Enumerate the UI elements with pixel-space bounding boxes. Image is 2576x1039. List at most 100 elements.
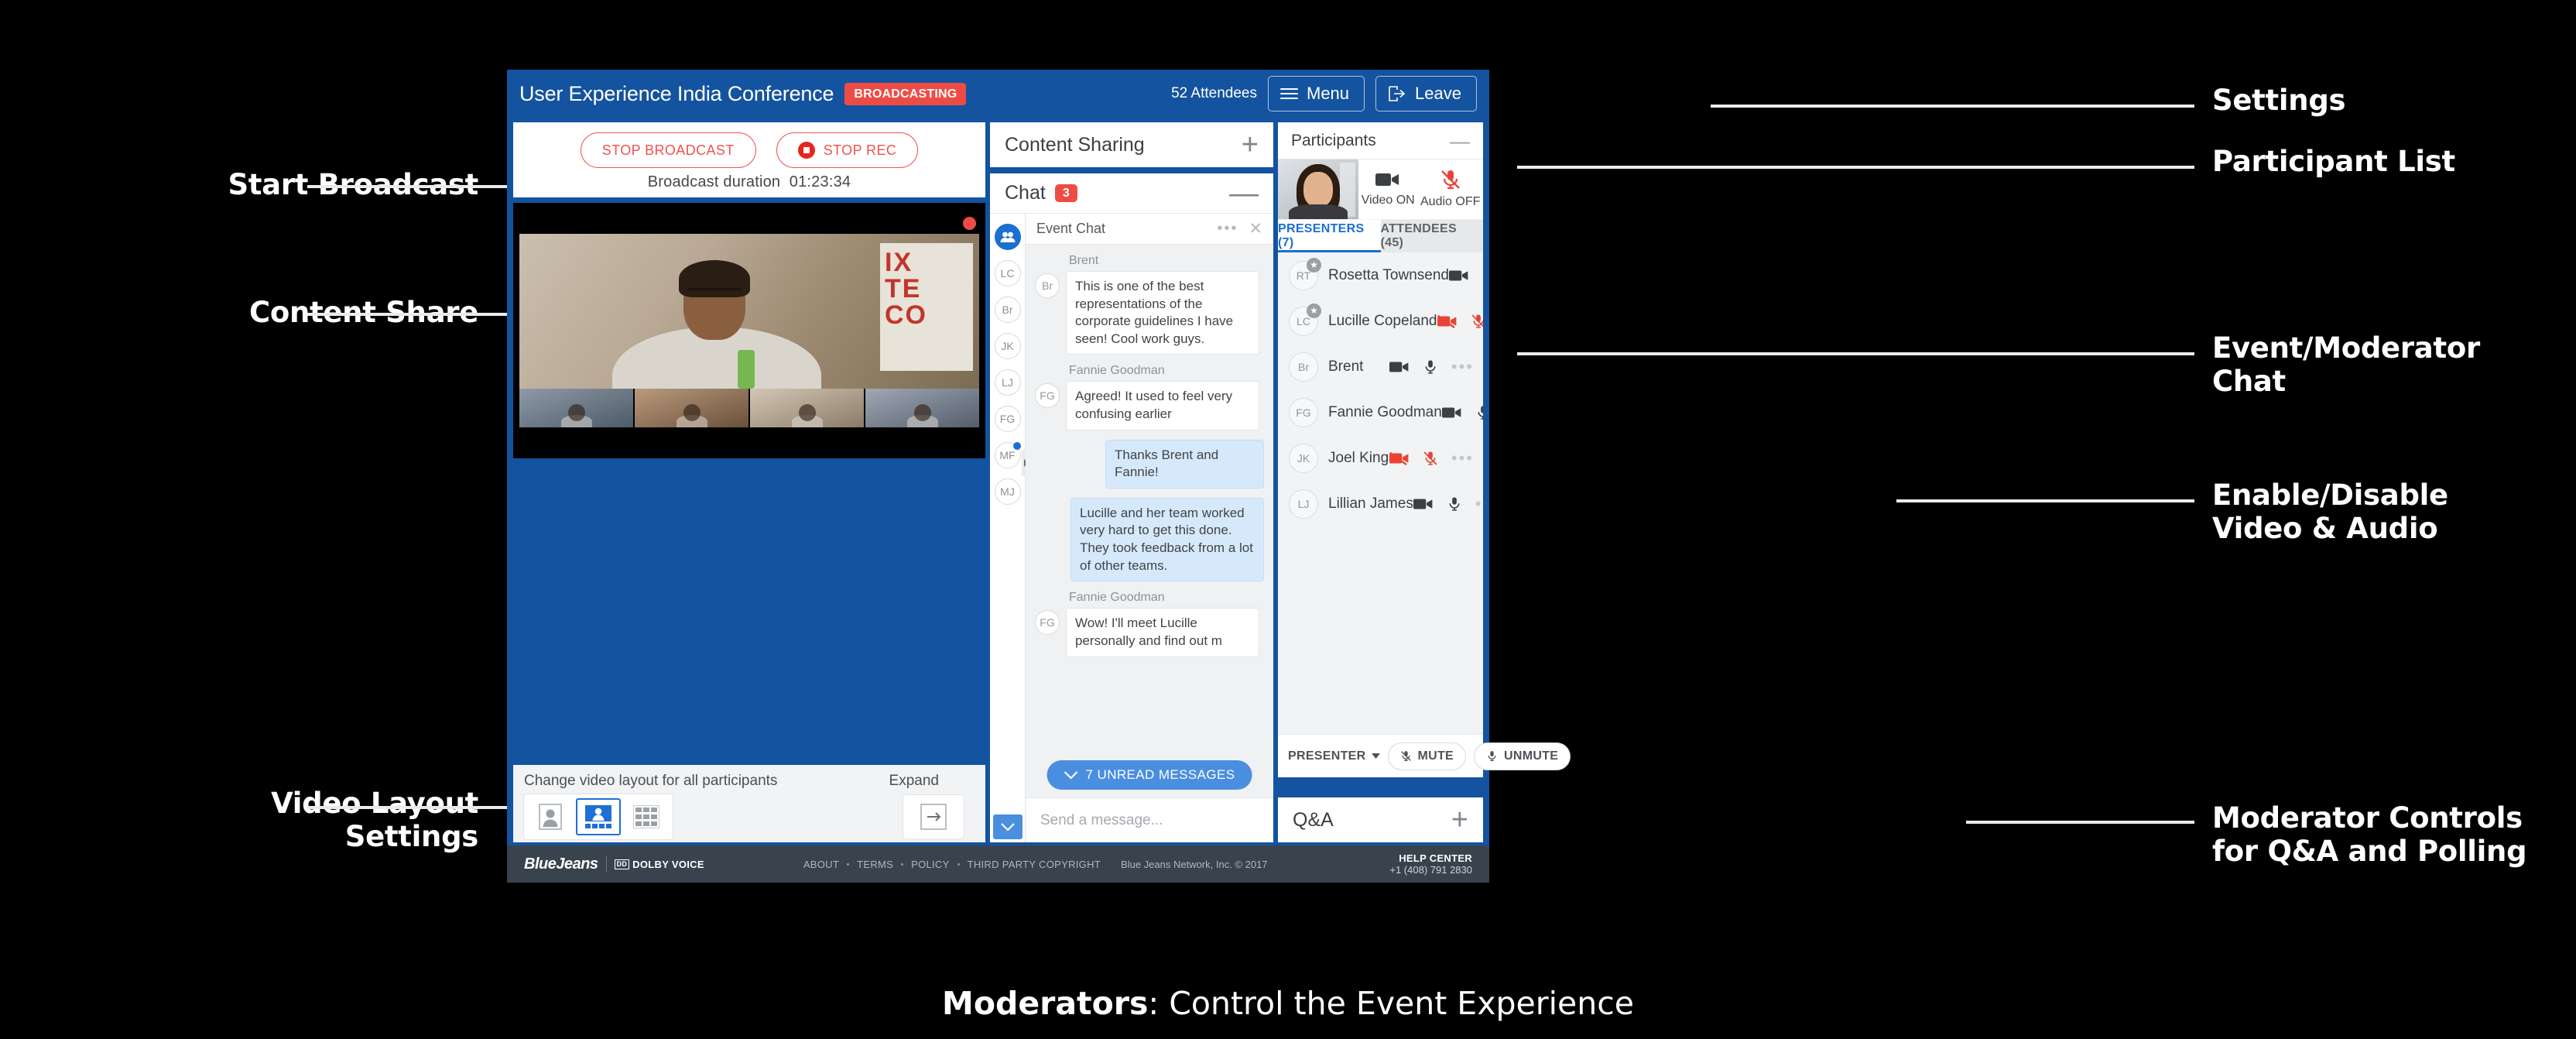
layout-option-single-speaker[interactable] xyxy=(528,798,573,835)
leave-icon xyxy=(1388,85,1406,102)
chat-message-avatar: Br xyxy=(1035,273,1060,298)
participant-thumbnail-strip[interactable] xyxy=(519,389,979,427)
chat-conversation-rail[interactable]: LC Br JK LJ FG MF MJ xyxy=(990,214,1031,842)
video-thumbnail[interactable] xyxy=(519,389,633,427)
stop-broadcast-button[interactable]: STOP BROADCAST xyxy=(580,132,756,168)
chevron-down-icon xyxy=(1064,770,1078,780)
video-thumbnail[interactable] xyxy=(865,389,979,427)
bluejeans-app-window: User Experience India Conference BROADCA… xyxy=(507,70,1571,883)
self-video-label: Video ON xyxy=(1361,194,1415,207)
rail-avatar[interactable]: MJ xyxy=(994,478,1021,505)
participant-row[interactable]: JK Joel King ••• xyxy=(1278,435,1483,481)
tab-attendees[interactable]: ATTENDEES (45) xyxy=(1380,220,1483,252)
chat-message-outgoing: Lucille and her team worked very hard to… xyxy=(1035,497,1264,582)
chat-input-row[interactable]: Send a message... xyxy=(1026,797,1273,842)
expand-button[interactable] xyxy=(903,795,964,838)
participant-row[interactable]: RT ★ Rosetta Townsend ••• xyxy=(1278,252,1483,298)
layout-option-grid[interactable] xyxy=(624,798,669,835)
sign-line-3: CO xyxy=(885,300,927,330)
rail-scroll-down-button[interactable] xyxy=(993,814,1023,839)
chat-more-options-icon[interactable]: ••• xyxy=(1217,220,1238,238)
chat-minimize-button[interactable]: — xyxy=(1229,179,1259,208)
leader-line-enable-disable-av xyxy=(1896,499,2194,502)
footer-link-terms[interactable]: TERMS xyxy=(857,859,893,870)
video-thumbnail[interactable] xyxy=(635,389,748,427)
broadcast-duration-value: 01:23:34 xyxy=(789,173,851,190)
rail-avatar-group[interactable] xyxy=(994,224,1021,250)
sign-line-1: IX xyxy=(885,248,913,277)
video-stage[interactable]: IX TE CO xyxy=(513,203,985,458)
dolby-mark-icon: DD xyxy=(614,859,630,869)
moderator-star-icon: ★ xyxy=(1307,257,1321,273)
video-on-icon xyxy=(1448,270,1468,280)
menu-button[interactable]: Menu xyxy=(1268,76,1365,111)
dolby-label: DOLBY VOICE xyxy=(632,858,704,870)
participant-more-options-icon[interactable]: ••• xyxy=(1451,358,1474,375)
content-sharing-title: Content Sharing xyxy=(1005,133,1145,156)
self-video-preview[interactable] xyxy=(1278,159,1358,219)
video-thumbnail[interactable] xyxy=(750,389,864,427)
leader-line-start-broadcast xyxy=(307,185,507,188)
help-center-title[interactable]: HELP CENTER xyxy=(1389,852,1472,864)
main-speaker-video[interactable]: IX TE CO xyxy=(519,234,979,389)
qa-add-button[interactable]: + xyxy=(1451,805,1468,835)
annotation-moderator-controls: Moderator Controls for Q&A and Polling xyxy=(2212,801,2527,869)
unread-messages-button[interactable]: 7 UNREAD MESSAGES xyxy=(1046,760,1252,790)
chat-close-icon[interactable]: ✕ xyxy=(1249,219,1262,238)
participant-row[interactable]: LJ Lillian James ••• xyxy=(1278,481,1483,526)
layout-option-speaker-filmstrip[interactable] xyxy=(576,798,621,835)
rail-avatar[interactable]: JK xyxy=(994,333,1021,359)
footer-link-policy[interactable]: POLICY xyxy=(911,859,949,870)
unread-messages-label: 7 UNREAD MESSAGES xyxy=(1085,767,1235,782)
footer-link-separator xyxy=(847,862,850,866)
self-audio-toggle[interactable]: Audio OFF xyxy=(1420,170,1480,209)
rail-avatar[interactable]: Br xyxy=(994,297,1021,323)
chat-message-text: Lucille and her team worked very hard to… xyxy=(1070,497,1264,582)
participant-row[interactable]: LC ★ Lucille Copeland ••• xyxy=(1278,298,1483,344)
role-selector[interactable]: PRESENTER xyxy=(1288,749,1380,763)
participants-minimize-button[interactable]: — xyxy=(1450,131,1470,151)
participant-row[interactable]: Br Brent ••• xyxy=(1278,344,1483,389)
self-video-toggle[interactable]: Video ON xyxy=(1362,171,1415,207)
participant-avatar: FG xyxy=(1289,397,1318,427)
leader-line-settings xyxy=(1711,105,2194,108)
footer-link-third-party-copyright[interactable]: THIRD PARTY COPYRIGHT xyxy=(968,859,1101,870)
footer-link-separator xyxy=(901,862,904,866)
qa-title: Q&A xyxy=(1293,808,1334,831)
role-selector-label: PRESENTER xyxy=(1288,749,1366,763)
rail-avatar[interactable]: LJ xyxy=(994,369,1021,396)
participant-name: Fannie Goodman xyxy=(1328,403,1442,420)
rail-avatar[interactable]: FG xyxy=(994,406,1021,432)
chat-message-text: This is one of the best representations … xyxy=(1066,271,1259,355)
video-on-icon xyxy=(1375,173,1399,186)
participant-row[interactable]: FG Fannie Goodman ••• xyxy=(1278,389,1483,435)
participants-list[interactable]: RT ★ Rosetta Townsend ••• xyxy=(1278,252,1483,734)
chat-input-placeholder: Send a message... xyxy=(1040,811,1163,828)
app-footer: BlueJeans DD DOLBY VOICE ABOUT TERMS POL… xyxy=(507,845,1489,883)
unmute-all-button[interactable]: UNMUTE xyxy=(1474,742,1571,770)
stop-rec-button[interactable]: STOP REC xyxy=(776,132,919,168)
footer-link-about[interactable]: ABOUT xyxy=(803,859,839,870)
participants-header: Participants — xyxy=(1278,122,1483,159)
content-sharing-add-button[interactable]: + xyxy=(1242,130,1259,159)
title-bar: User Experience India Conference BROADCA… xyxy=(507,70,1489,118)
participant-more-options-icon[interactable]: ••• xyxy=(1475,495,1483,512)
self-view-row: Video ON Audio OFF xyxy=(1278,159,1483,220)
chevron-down-icon xyxy=(1371,753,1380,759)
rail-avatar[interactable]: LC xyxy=(994,260,1021,286)
video-on-icon xyxy=(1389,362,1409,372)
chat-message-outgoing: Thanks Brent and Fannie! xyxy=(1035,439,1264,489)
broadcast-controls-panel: STOP BROADCAST STOP REC Broadcast durati… xyxy=(513,122,985,197)
mic-muted-icon xyxy=(1471,314,1483,328)
mute-all-button[interactable]: MUTE xyxy=(1387,742,1467,770)
tab-presenters[interactable]: PRESENTERS (7) xyxy=(1278,220,1381,252)
rail-avatar-unread[interactable]: MF xyxy=(994,442,1021,468)
mic-on-icon xyxy=(1488,751,1496,762)
footer-help-center: HELP CENTER +1 (408) 791 2830 xyxy=(1389,852,1472,876)
leave-button[interactable]: Leave xyxy=(1375,76,1477,111)
stop-rec-label: STOP REC xyxy=(823,142,897,158)
participant-more-options-icon[interactable]: ••• xyxy=(1451,449,1474,466)
chat-message-list[interactable]: Brent Br This is one of the best represe… xyxy=(1026,245,1273,797)
chat-panel: Chat 3 — LC Br JK LJ FG MF MJ Event Chat… xyxy=(990,173,1273,842)
participant-name: Lucille Copeland xyxy=(1328,312,1437,329)
